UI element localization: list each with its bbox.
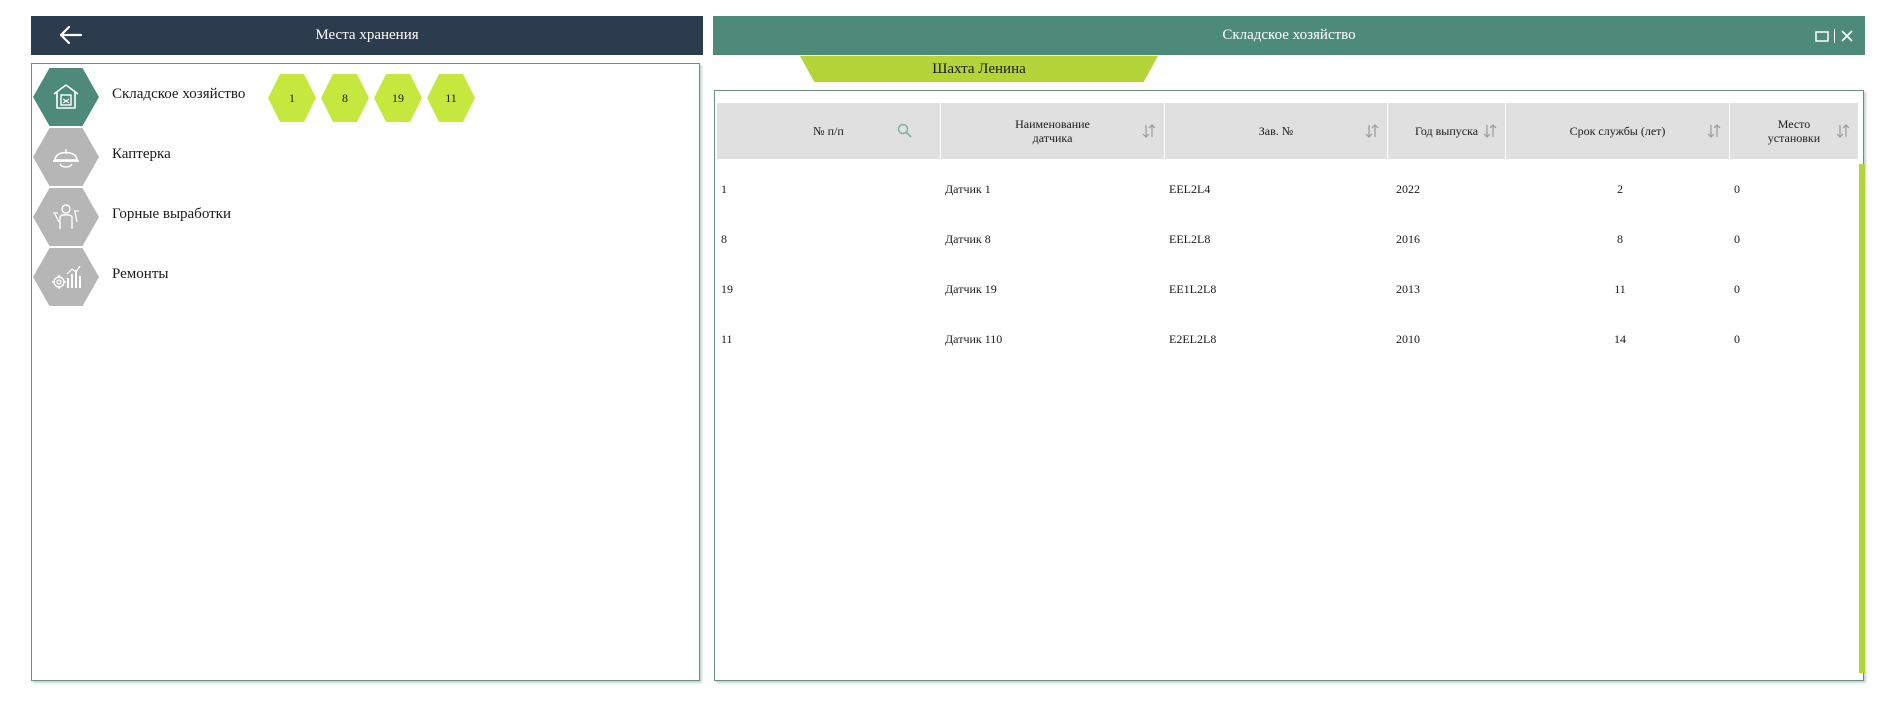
- warehouse-title: Складское хозяйство: [1222, 27, 1356, 43]
- storage-places-title: Места хранения: [315, 27, 419, 43]
- sort-icon[interactable]: [1836, 123, 1850, 139]
- nav-item-repairs[interactable]: Ремонты: [32, 246, 632, 306]
- cell-number: 1: [721, 181, 727, 196]
- cell-location: 0: [1734, 281, 1740, 296]
- cell-sensor-name: Датчик 8: [945, 231, 991, 246]
- sensor-badge[interactable]: 1: [268, 74, 316, 122]
- cell-sensor-name: Датчик 19: [945, 281, 997, 296]
- sensor-badge[interactable]: 8: [321, 74, 369, 122]
- column-header-sensor-name[interactable]: Наименование датчика: [941, 103, 1165, 159]
- cell-serial: EEL2L8: [1169, 231, 1211, 246]
- cell-year: 2010: [1396, 331, 1420, 346]
- column-label-sensor-name: Наименование датчика: [1015, 117, 1090, 145]
- column-header-location[interactable]: Место установки: [1730, 103, 1858, 159]
- cell-serial: EEL2L4: [1169, 181, 1211, 196]
- back-arrow-icon[interactable]: [59, 24, 83, 46]
- mine-tab[interactable]: Шахта Ленина: [800, 56, 1158, 82]
- cell-year: 2022: [1396, 181, 1420, 196]
- nav-label-repairs: Ремонты: [112, 266, 169, 282]
- sort-icon[interactable]: [1365, 123, 1379, 139]
- cell-service-life: 2: [1617, 181, 1623, 196]
- search-icon[interactable]: [896, 122, 914, 140]
- cell-service-life: 8: [1617, 231, 1623, 246]
- cell-service-life: 14: [1614, 331, 1626, 346]
- gear-chart-icon: [33, 248, 99, 306]
- cell-number: 11: [721, 331, 733, 346]
- sensor-badge[interactable]: 11: [427, 74, 475, 122]
- column-label-location: Место установки: [1767, 117, 1821, 145]
- cell-service-life: 11: [1614, 281, 1626, 296]
- table-row[interactable]: 11 Датчик 110 E2EL2L8 2010 14 0: [717, 327, 1858, 351]
- hard-hat-icon: [33, 128, 99, 186]
- warehouse-icon: [33, 68, 99, 126]
- cell-location: 0: [1734, 231, 1740, 246]
- miner-icon: [33, 188, 99, 246]
- sort-icon[interactable]: [1142, 123, 1156, 139]
- cell-number: 8: [721, 231, 727, 246]
- table-row[interactable]: 8 Датчик 8 EEL2L8 2016 8 0: [717, 227, 1858, 251]
- maximize-icon[interactable]: [1814, 28, 1830, 44]
- nav-label-kapterka: Каптерка: [112, 146, 171, 162]
- cell-sensor-name: Датчик 110: [945, 331, 1003, 346]
- cell-number: 19: [721, 281, 733, 296]
- scrollbar[interactable]: [1859, 164, 1865, 673]
- nav-label-mine-workings: Горные выработки: [112, 206, 231, 222]
- cell-sensor-name: Датчик 1: [945, 181, 991, 196]
- nav-item-warehouse[interactable]: Складское хозяйство 1 8 19 11: [32, 66, 632, 126]
- cell-year: 2013: [1396, 281, 1420, 296]
- column-label-year: Год выпуска: [1414, 124, 1479, 138]
- cell-serial: E2EL2L8: [1169, 331, 1217, 346]
- cell-serial: EE1L2L8: [1169, 281, 1217, 296]
- cell-location: 0: [1734, 181, 1740, 196]
- column-header-year[interactable]: Год выпуска: [1388, 103, 1506, 159]
- column-header-service-life[interactable]: Срок службы (лет): [1506, 103, 1730, 159]
- nav-item-mine-workings[interactable]: Горные выработки: [32, 186, 632, 246]
- nav-label-warehouse: Складское хозяйство: [112, 86, 246, 102]
- warehouse-header: Складское хозяйство: [713, 16, 1865, 55]
- column-header-number[interactable]: № п/п: [717, 103, 941, 159]
- storage-places-list: Складское хозяйство 1 8 19 11 Каптерка Г…: [31, 63, 700, 681]
- column-header-serial[interactable]: Зав. №: [1165, 103, 1388, 159]
- sensor-badge[interactable]: 19: [374, 74, 422, 122]
- column-label-service-life: Срок службы (лет): [1569, 124, 1666, 138]
- nav-item-kapterka[interactable]: Каптерка: [32, 126, 632, 186]
- storage-places-header: Места хранения: [31, 16, 703, 55]
- table-row[interactable]: 1 Датчик 1 EEL2L4 2022 2 0: [717, 177, 1858, 201]
- close-icon[interactable]: [1839, 28, 1855, 44]
- table-header: № п/п Наименование датчика Зав. № Год вы…: [717, 103, 1858, 159]
- table-row[interactable]: 19 Датчик 19 EE1L2L8 2013 11 0: [717, 277, 1858, 301]
- column-label-number: № п/п: [813, 124, 844, 138]
- controls-divider: [1834, 29, 1835, 43]
- window-controls: [1814, 28, 1855, 44]
- cell-year: 2016: [1396, 231, 1420, 246]
- cell-location: 0: [1734, 331, 1740, 346]
- sort-icon[interactable]: [1707, 123, 1721, 139]
- column-label-serial: Зав. №: [1258, 124, 1294, 138]
- sort-icon[interactable]: [1483, 123, 1497, 139]
